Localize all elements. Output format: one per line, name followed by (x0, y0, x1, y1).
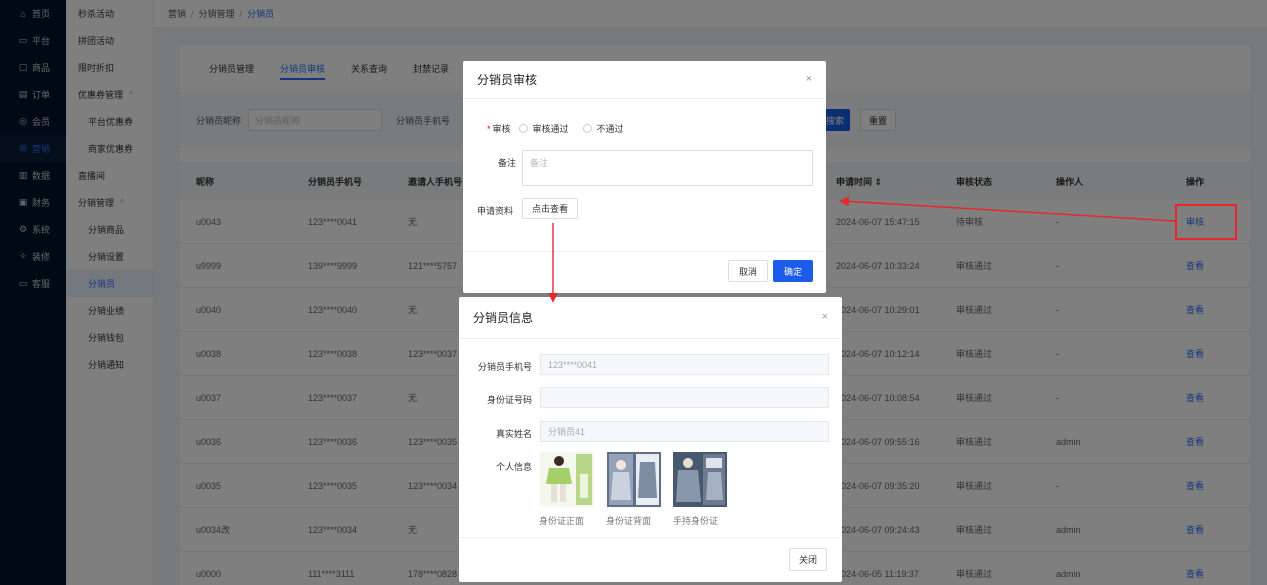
phone-field[interactable]: 123****0041 (540, 354, 829, 375)
remark-label: 备注 (498, 158, 517, 168)
info-dialog-header: 分销员信息 × (459, 297, 842, 339)
info-dialog-footer: 关闭 (459, 537, 842, 582)
confirm-button[interactable]: 确定 (773, 260, 813, 282)
close-icon[interactable]: × (822, 311, 828, 323)
close-button[interactable]: 关闭 (789, 548, 827, 571)
personal-info-label: 个人信息 (495, 462, 532, 472)
radio-fail-label[interactable]: 不通过 (597, 122, 624, 135)
cancel-button[interactable]: 取消 (728, 260, 768, 282)
close-icon[interactable]: × (806, 73, 812, 85)
distributor-info-dialog: 分销员信息 × 分销员手机号 123****0041 身份证号码 真实姓名 分销… (459, 297, 842, 582)
remark-textarea[interactable]: 备注 (522, 150, 813, 186)
audit-row: * 审核 审核通过 不通过 (487, 122, 624, 135)
required-mark: * (487, 123, 491, 134)
audit-dialog-footer: 取消 确定 (463, 251, 826, 293)
id-back-image[interactable] (607, 452, 661, 507)
hand-held-id-image[interactable] (673, 452, 727, 507)
real-name-field[interactable]: 分销员41 (540, 421, 829, 442)
real-name-label: 真实姓名 (495, 429, 532, 439)
id-number-field[interactable] (540, 387, 829, 408)
phone-label: 分销员手机号 (477, 362, 532, 372)
info-dialog-title: 分销员信息 (473, 311, 534, 325)
id-back-caption: 身份证背面 (606, 516, 652, 526)
radio-pass-label[interactable]: 审核通过 (533, 122, 569, 135)
audit-dialog: 分销员审核 × * 审核 审核通过 不通过 备注 备注 申请资料 点击查看 取消… (463, 61, 826, 293)
hand-held-id-caption: 手持身份证 (673, 516, 719, 526)
material-label: 申请资料 (477, 206, 514, 216)
audit-dialog-header: 分销员审核 × (463, 61, 826, 99)
id-front-image[interactable] (540, 452, 594, 507)
remark-row: 备注 (498, 156, 516, 169)
annotation-highlight-box (1175, 204, 1237, 240)
view-material-button[interactable]: 点击查看 (522, 198, 578, 219)
audit-label: 审核 (492, 124, 511, 134)
id-front-caption: 身份证正面 (539, 516, 585, 526)
audit-dialog-title: 分销员审核 (477, 73, 538, 87)
radio-pass[interactable] (518, 124, 528, 133)
material-row: 申请资料 (477, 204, 513, 217)
radio-fail[interactable] (582, 124, 592, 133)
id-number-label: 身份证号码 (486, 395, 532, 405)
